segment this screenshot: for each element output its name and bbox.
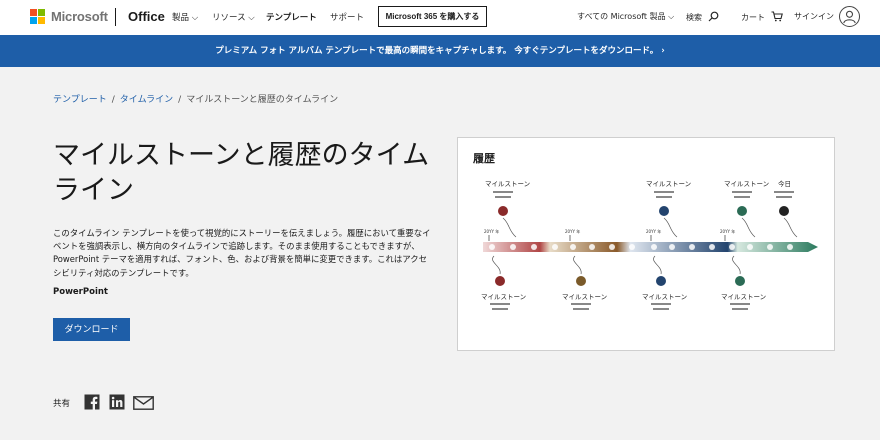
linkedin-icon[interactable]: [109, 394, 125, 410]
top-milestone-label-3: マイルストーン: [724, 180, 769, 188]
microsoft-brand[interactable]: Microsoft: [51, 9, 108, 24]
nav-item-products[interactable]: 製品 ⌵: [172, 11, 198, 23]
breadcrumb-current: マイルストーンと履歴のタイムライン: [186, 95, 339, 105]
facebook-icon[interactable]: [84, 394, 100, 410]
year-marker-4: 20YY 年: [720, 228, 735, 234]
bottom-milestones: マイルストーン マイルストーン マイルストーン マイルストーン: [481, 255, 766, 310]
promo-banner[interactable]: プレミアム フォト アルバム テンプレートで最高の瞬間をキャプチャします。 今す…: [0, 35, 880, 67]
year-marker-2: 20YY 年: [565, 228, 580, 234]
year-marker-3: 20YY 年: [646, 228, 661, 234]
nav-item-templates[interactable]: テンプレート: [266, 11, 317, 23]
breadcrumb-separator: /: [178, 95, 182, 105]
office-product-link[interactable]: Office: [128, 9, 165, 24]
cart-icon: [771, 11, 783, 22]
cart-label: カート: [741, 13, 765, 22]
download-button[interactable]: ダウンロード: [53, 318, 130, 341]
nav-item-resources[interactable]: リソース ⌵: [212, 11, 255, 23]
search-link[interactable]: 検索: [686, 11, 719, 23]
bottom-milestone-label-2: マイルストーン: [562, 293, 607, 301]
buy-microsoft-365-button[interactable]: Microsoft 365 を購入する: [378, 6, 487, 27]
bottom-milestone-label-4: マイルストーン: [721, 293, 766, 301]
account-avatar-icon[interactable]: [839, 6, 860, 27]
bottom-milestone-label-1: マイルストーン: [481, 293, 526, 301]
breadcrumb-templates[interactable]: テンプレート: [53, 95, 107, 105]
nav-item-support[interactable]: サポート: [330, 11, 364, 23]
signin-link[interactable]: サインイン: [794, 11, 834, 22]
top-milestone-label-1: マイルストーン: [485, 180, 530, 188]
top-milestone-label-4: 今日: [778, 179, 791, 188]
app-name: PowerPoint: [53, 287, 108, 297]
template-description: このタイムライン テンプレートを使って視覚的にストーリーを伝えましょう。履歴にお…: [53, 228, 431, 278]
search-label: 検索: [686, 13, 702, 22]
breadcrumb-timeline[interactable]: タイムライン: [120, 95, 173, 105]
breadcrumb: テンプレート / タイムライン / マイルストーンと履歴のタイムライン: [53, 92, 338, 105]
search-icon: [708, 11, 718, 22]
bottom-milestone-label-3: マイルストーン: [642, 293, 687, 301]
page-title: マイルストーンと履歴のタイムライン: [53, 140, 430, 206]
timeline-preview-graphic: 20YY 年 20YY 年 20YY 年 20YY 年 マイルストーン マイルス…: [481, 179, 818, 310]
top-milestones: マイルストーン マイルストーン マイルストーン 今日: [485, 179, 798, 238]
microsoft-logo-icon[interactable]: [30, 9, 45, 24]
template-preview[interactable]: 履歴 20YY 年 20YY 年 20YY 年 20YY 年 マイルストーン マ…: [457, 137, 835, 351]
top-navigation: Microsoft Office 製品 ⌵ リソース ⌵ テンプレート サポート…: [0, 0, 880, 35]
cart-link[interactable]: カート: [741, 11, 783, 23]
share-label: 共有: [53, 399, 71, 409]
mail-icon[interactable]: [133, 396, 154, 410]
all-microsoft-products-menu[interactable]: すべての Microsoft 製品 ⌵: [577, 11, 674, 22]
top-milestone-label-2: マイルストーン: [646, 180, 691, 188]
year-marker-1: 20YY 年: [484, 228, 499, 234]
nav-divider: [115, 8, 116, 26]
breadcrumb-separator: /: [111, 95, 115, 105]
